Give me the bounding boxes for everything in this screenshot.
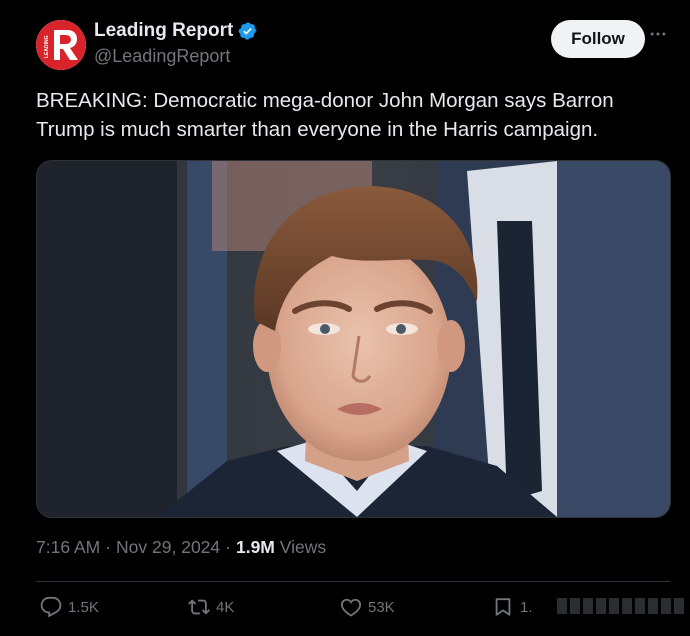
photo-portrait — [37, 161, 670, 517]
bookmark-count: 1. — [520, 598, 533, 616]
like-button[interactable]: 53K — [340, 596, 395, 618]
tweet-text: BREAKING: Democratic mega-donor John Mor… — [36, 89, 614, 141]
reply-count: 1.5K — [68, 598, 99, 616]
watermark-overlay — [557, 598, 684, 614]
leading-report-logo: LEADING — [36, 20, 86, 70]
views-count: 1.9M — [235, 537, 275, 557]
follow-button[interactable]: Follow — [551, 20, 645, 58]
like-count: 53K — [368, 598, 395, 616]
more-icon — [650, 32, 666, 36]
tweet-meta: 7:16 AM · Nov 29, 2024 · 1.9M Views — [36, 537, 326, 558]
repost-button[interactable]: 4K — [188, 596, 234, 618]
author-handle[interactable]: @LeadingReport — [94, 46, 230, 67]
author-name-row[interactable]: Leading Report — [94, 20, 258, 42]
bookmark-button[interactable]: 1. — [492, 596, 533, 618]
bookmark-icon — [495, 598, 511, 616]
more-button[interactable] — [646, 24, 670, 44]
like-icon — [340, 598, 362, 617]
avatar-text: LEADING — [44, 35, 50, 58]
reply-button[interactable]: 1.5K — [40, 596, 99, 618]
divider — [36, 581, 670, 582]
views-label: Views — [279, 537, 327, 557]
repost-icon — [188, 599, 210, 615]
tweet-time[interactable]: 7:16 AM — [36, 537, 100, 558]
tweet-photo[interactable] — [36, 160, 671, 518]
repost-count: 4K — [216, 598, 235, 616]
meta-separator: · — [225, 537, 231, 557]
verified-badge-icon — [238, 22, 257, 40]
meta-separator: · — [105, 537, 112, 557]
author-display-name[interactable]: Leading Report — [94, 20, 233, 42]
tweet-date[interactable]: Nov 29, 2024 — [116, 537, 220, 558]
avatar[interactable]: LEADING — [36, 20, 86, 70]
reply-icon — [40, 596, 62, 618]
